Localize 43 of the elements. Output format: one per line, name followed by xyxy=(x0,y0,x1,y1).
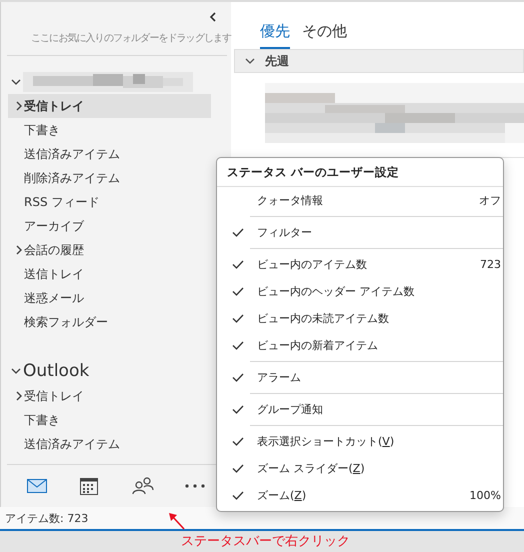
arrow-drawing xyxy=(168,512,186,530)
menu-item[interactable]: グループ通知 xyxy=(217,396,503,423)
menu-item[interactable]: ビュー内のアイテム数 723 xyxy=(217,251,503,278)
menu-item[interactable]: ズーム スライダー(Z) xyxy=(217,455,503,482)
folder-item[interactable]: RSS フィード xyxy=(8,190,211,214)
more-icon[interactable] xyxy=(184,484,204,488)
annotation-text: ステータスバーで右クリック xyxy=(181,533,350,550)
menu-item[interactable]: アラーム xyxy=(217,364,503,391)
chevron-icon[interactable] xyxy=(11,366,21,376)
people-icon[interactable] xyxy=(132,477,154,495)
group-header[interactable]: 先週 xyxy=(234,49,524,73)
account-name[interactable]: Outlook xyxy=(23,361,90,381)
folder-item[interactable]: 送信済みアイテム xyxy=(8,432,211,456)
chevron-icon[interactable] xyxy=(15,245,23,255)
chevron-icon[interactable] xyxy=(15,101,23,111)
item-count: アイテム数: 723 xyxy=(5,510,88,526)
menu-item[interactable]: ビュー内の未読アイテム数 xyxy=(217,305,503,332)
favorites-hint: ここにお気に入りのフォルダーをドラッグします xyxy=(31,33,232,44)
folder-item[interactable]: アーカイブ xyxy=(8,214,211,238)
menu-item[interactable]: フィルター xyxy=(217,219,503,246)
folder-item[interactable]: 検索フォルダー xyxy=(8,310,211,334)
menu-item[interactable]: クォータ情報 オフ xyxy=(217,187,503,214)
menu-item[interactable]: ズーム(Z) 100% xyxy=(217,482,503,509)
folder-item[interactable]: 下書き xyxy=(8,408,211,432)
menu-item[interactable]: 表示選択ショートカット(V) xyxy=(217,428,503,455)
tab[interactable]: その他 xyxy=(302,22,347,49)
collapse-icon[interactable] xyxy=(209,12,217,22)
menu-title: ステータス バーのユーザー設定 xyxy=(217,158,503,187)
folder-item[interactable]: 会話の履歴 xyxy=(8,238,211,262)
folder-item[interactable]: 削除済みアイテム xyxy=(8,166,211,190)
folder-item[interactable]: 下書き xyxy=(8,118,211,142)
folder-item[interactable]: 受信トレイ xyxy=(8,384,211,408)
chevron-icon[interactable] xyxy=(15,391,23,401)
menu-item[interactable]: ビュー内の新着アイテム xyxy=(217,332,503,359)
menu-item[interactable]: ビュー内のヘッダー アイテム数 xyxy=(217,278,503,305)
calendar-icon[interactable] xyxy=(80,477,98,495)
folder-item[interactable]: 迷惑メール xyxy=(8,286,211,310)
folder-item[interactable]: 送信トレイ xyxy=(8,262,211,286)
chevron-icon[interactable] xyxy=(11,77,21,87)
folder-item[interactable]: 送信済みアイテム xyxy=(8,142,211,166)
chevron-icon[interactable] xyxy=(245,57,255,65)
folder-item[interactable]: 受信トレイ xyxy=(8,94,211,118)
mail-icon[interactable] xyxy=(27,479,47,493)
